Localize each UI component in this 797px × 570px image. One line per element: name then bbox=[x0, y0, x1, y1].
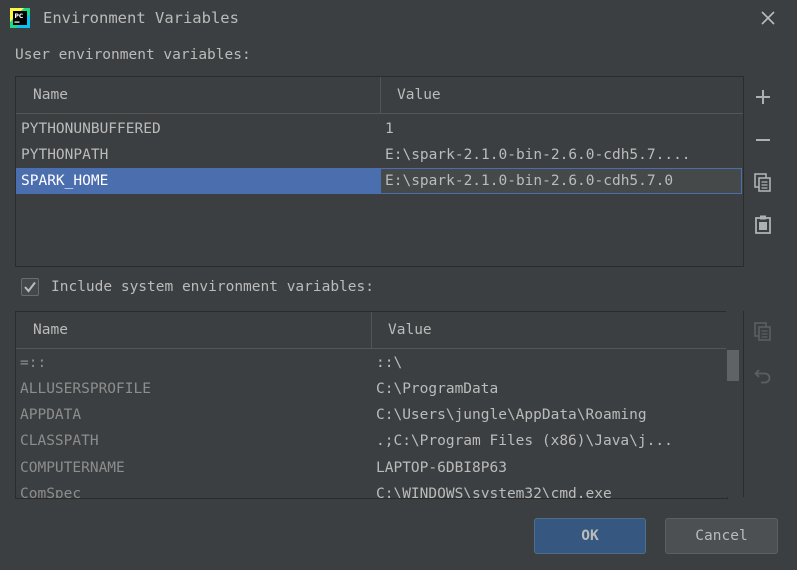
pycharm-logo-icon: PC bbox=[10, 8, 30, 28]
variable-name: =:: bbox=[20, 355, 47, 371]
table-row[interactable]: APPDATA C:\Users\jungle\AppData\Roaming bbox=[16, 402, 727, 428]
variable-value: C:\Users\jungle\AppData\Roaming bbox=[376, 407, 647, 423]
variable-name: PYTHONUNBUFFERED bbox=[21, 121, 161, 137]
user-variables-table[interactable]: Name Value PYTHONUNBUFFERED 1 PYTHONPATH… bbox=[15, 76, 744, 267]
copy-icon[interactable] bbox=[744, 314, 782, 348]
logo-text: PC bbox=[15, 13, 24, 20]
window-title: Environment Variables bbox=[43, 9, 239, 27]
variable-name: CLASSPATH bbox=[20, 433, 99, 449]
name-column-header[interactable]: Name bbox=[33, 77, 68, 113]
value-column-header[interactable]: Value bbox=[397, 77, 441, 113]
variable-value-editor[interactable]: E:\spark-2.1.0-bin-2.6.0-cdh5.7.0 bbox=[380, 168, 742, 194]
add-icon[interactable] bbox=[744, 80, 782, 114]
column-separator[interactable] bbox=[371, 312, 372, 348]
table-row-selected[interactable]: SPARK_HOME E:\spark-2.1.0-bin-2.6.0-cdh5… bbox=[16, 168, 743, 194]
system-variables-table[interactable]: Name Value =:: ::\ ALLUSERSPROFILE C:\Pr… bbox=[15, 311, 728, 499]
table-row[interactable]: PYTHONPATH E:\spark-2.1.0-bin-2.6.0-cdh5… bbox=[16, 142, 743, 168]
ok-button[interactable]: OK bbox=[534, 518, 646, 554]
variable-value: 1 bbox=[385, 121, 394, 137]
include-system-label[interactable]: Include system environment variables: bbox=[51, 279, 374, 295]
table-row[interactable]: CLASSPATH .;C:\Program Files (x86)\Java\… bbox=[16, 428, 727, 454]
column-separator[interactable] bbox=[380, 77, 381, 113]
variable-name: ALLUSERSPROFILE bbox=[20, 381, 151, 397]
table-row[interactable]: COMPUTERNAME LAPTOP-6DBI8P63 bbox=[16, 455, 727, 481]
variable-name: SPARK_HOME bbox=[16, 168, 380, 194]
variable-value: LAPTOP-6DBI8P63 bbox=[376, 460, 507, 476]
table-row[interactable]: PYTHONUNBUFFERED 1 bbox=[16, 116, 743, 142]
paste-icon[interactable] bbox=[744, 207, 782, 241]
value-column-header[interactable]: Value bbox=[388, 312, 432, 348]
include-system-checkbox[interactable] bbox=[21, 278, 39, 296]
copy-icon[interactable] bbox=[744, 165, 782, 199]
table-row[interactable]: ComSpec C:\WINDOWS\system32\cmd.exe bbox=[16, 481, 727, 499]
name-column-header[interactable]: Name bbox=[33, 312, 68, 348]
checkmark-icon bbox=[24, 281, 36, 293]
system-table-scrollbar[interactable] bbox=[726, 311, 740, 497]
table-header: Name Value bbox=[16, 312, 727, 349]
variable-value: C:\WINDOWS\system32\cmd.exe bbox=[376, 486, 612, 499]
variable-name: ComSpec bbox=[20, 486, 82, 499]
table-row[interactable]: =:: ::\ bbox=[16, 350, 727, 376]
variable-name: COMPUTERNAME bbox=[20, 460, 125, 476]
variable-value: .;C:\Program Files (x86)\Java\j... bbox=[376, 433, 673, 449]
cancel-button[interactable]: Cancel bbox=[665, 518, 778, 554]
scrollbar-thumb[interactable] bbox=[727, 350, 739, 381]
table-row[interactable]: ALLUSERSPROFILE C:\ProgramData bbox=[16, 376, 727, 402]
title-bar: PC Environment Variables bbox=[0, 0, 797, 36]
variable-value: ::\ bbox=[376, 355, 403, 371]
variable-value: C:\ProgramData bbox=[376, 381, 499, 397]
remove-icon[interactable] bbox=[744, 123, 782, 157]
variable-value: E:\spark-2.1.0-bin-2.6.0-cdh5.7.... bbox=[385, 147, 691, 163]
variable-name: PYTHONPATH bbox=[21, 147, 109, 163]
table-header: Name Value bbox=[16, 77, 743, 114]
close-icon[interactable] bbox=[758, 8, 778, 28]
user-variables-toolbar bbox=[743, 76, 782, 265]
undo-icon[interactable] bbox=[744, 358, 782, 392]
variable-name: APPDATA bbox=[20, 407, 82, 423]
system-variables-toolbar bbox=[743, 311, 782, 497]
user-variables-label: User environment variables: bbox=[15, 47, 251, 63]
